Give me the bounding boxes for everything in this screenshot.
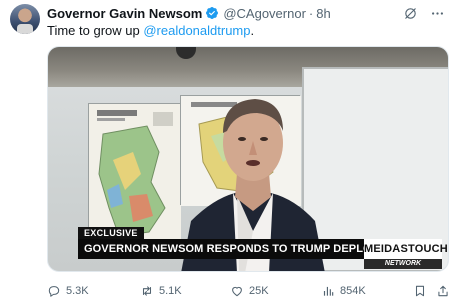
like-count: 25K — [249, 285, 269, 297]
views-icon — [323, 286, 334, 296]
separator-dot: · — [308, 5, 314, 21]
network-logo: MEIDASTOUCH — [364, 239, 448, 259]
tweet-text: Time to grow up @realdonaldtrump. — [47, 23, 254, 38]
mention-link[interactable]: @realdonaldtrump — [143, 23, 250, 38]
like-button[interactable]: 25K — [230, 284, 269, 298]
reply-button[interactable]: 5.3K — [47, 284, 89, 298]
reply-count: 5.3K — [66, 285, 89, 297]
top-icons — [403, 6, 445, 21]
views-count: 854K — [340, 285, 366, 297]
action-bar: 5.3K 5.1K 25K 854K — [47, 282, 449, 300]
reply-icon — [48, 286, 60, 297]
bookmark-button[interactable] — [413, 284, 427, 298]
chyron-headline: GOVERNOR NEWSOM RESPONDS TO TRUMP DEPLOY… — [78, 239, 364, 259]
handle[interactable]: @CAgovernor — [223, 6, 306, 21]
repost-button[interactable]: 5.1K — [140, 284, 182, 298]
bookmark-icon — [415, 285, 425, 297]
grok-icon[interactable] — [403, 6, 418, 21]
video-media[interactable]: EXCLUSIVE GOVERNOR NEWSOM RESPONDS TO TR… — [47, 46, 449, 272]
heart-icon — [232, 286, 242, 297]
verified-badge-icon — [206, 7, 219, 19]
network-logo-sub: NETWORK — [364, 259, 442, 269]
display-name[interactable]: Governor Gavin Newsom — [47, 6, 202, 21]
avatar[interactable] — [10, 4, 40, 34]
more-icon[interactable] — [430, 6, 445, 21]
repost-count: 5.1K — [159, 285, 182, 297]
chyron-tag: EXCLUSIVE — [78, 227, 144, 239]
share-icon — [438, 285, 448, 297]
views-button[interactable]: 854K — [321, 284, 366, 298]
share-button[interactable] — [436, 284, 450, 298]
repost-icon — [142, 286, 152, 296]
tweet-text-suffix: . — [250, 23, 255, 38]
tweet-header: Governor Gavin Newsom @CAgovernor · 8h — [47, 5, 331, 21]
timestamp[interactable]: 8h — [316, 6, 330, 21]
tweet-text-prefix: Time to grow up — [47, 23, 144, 38]
